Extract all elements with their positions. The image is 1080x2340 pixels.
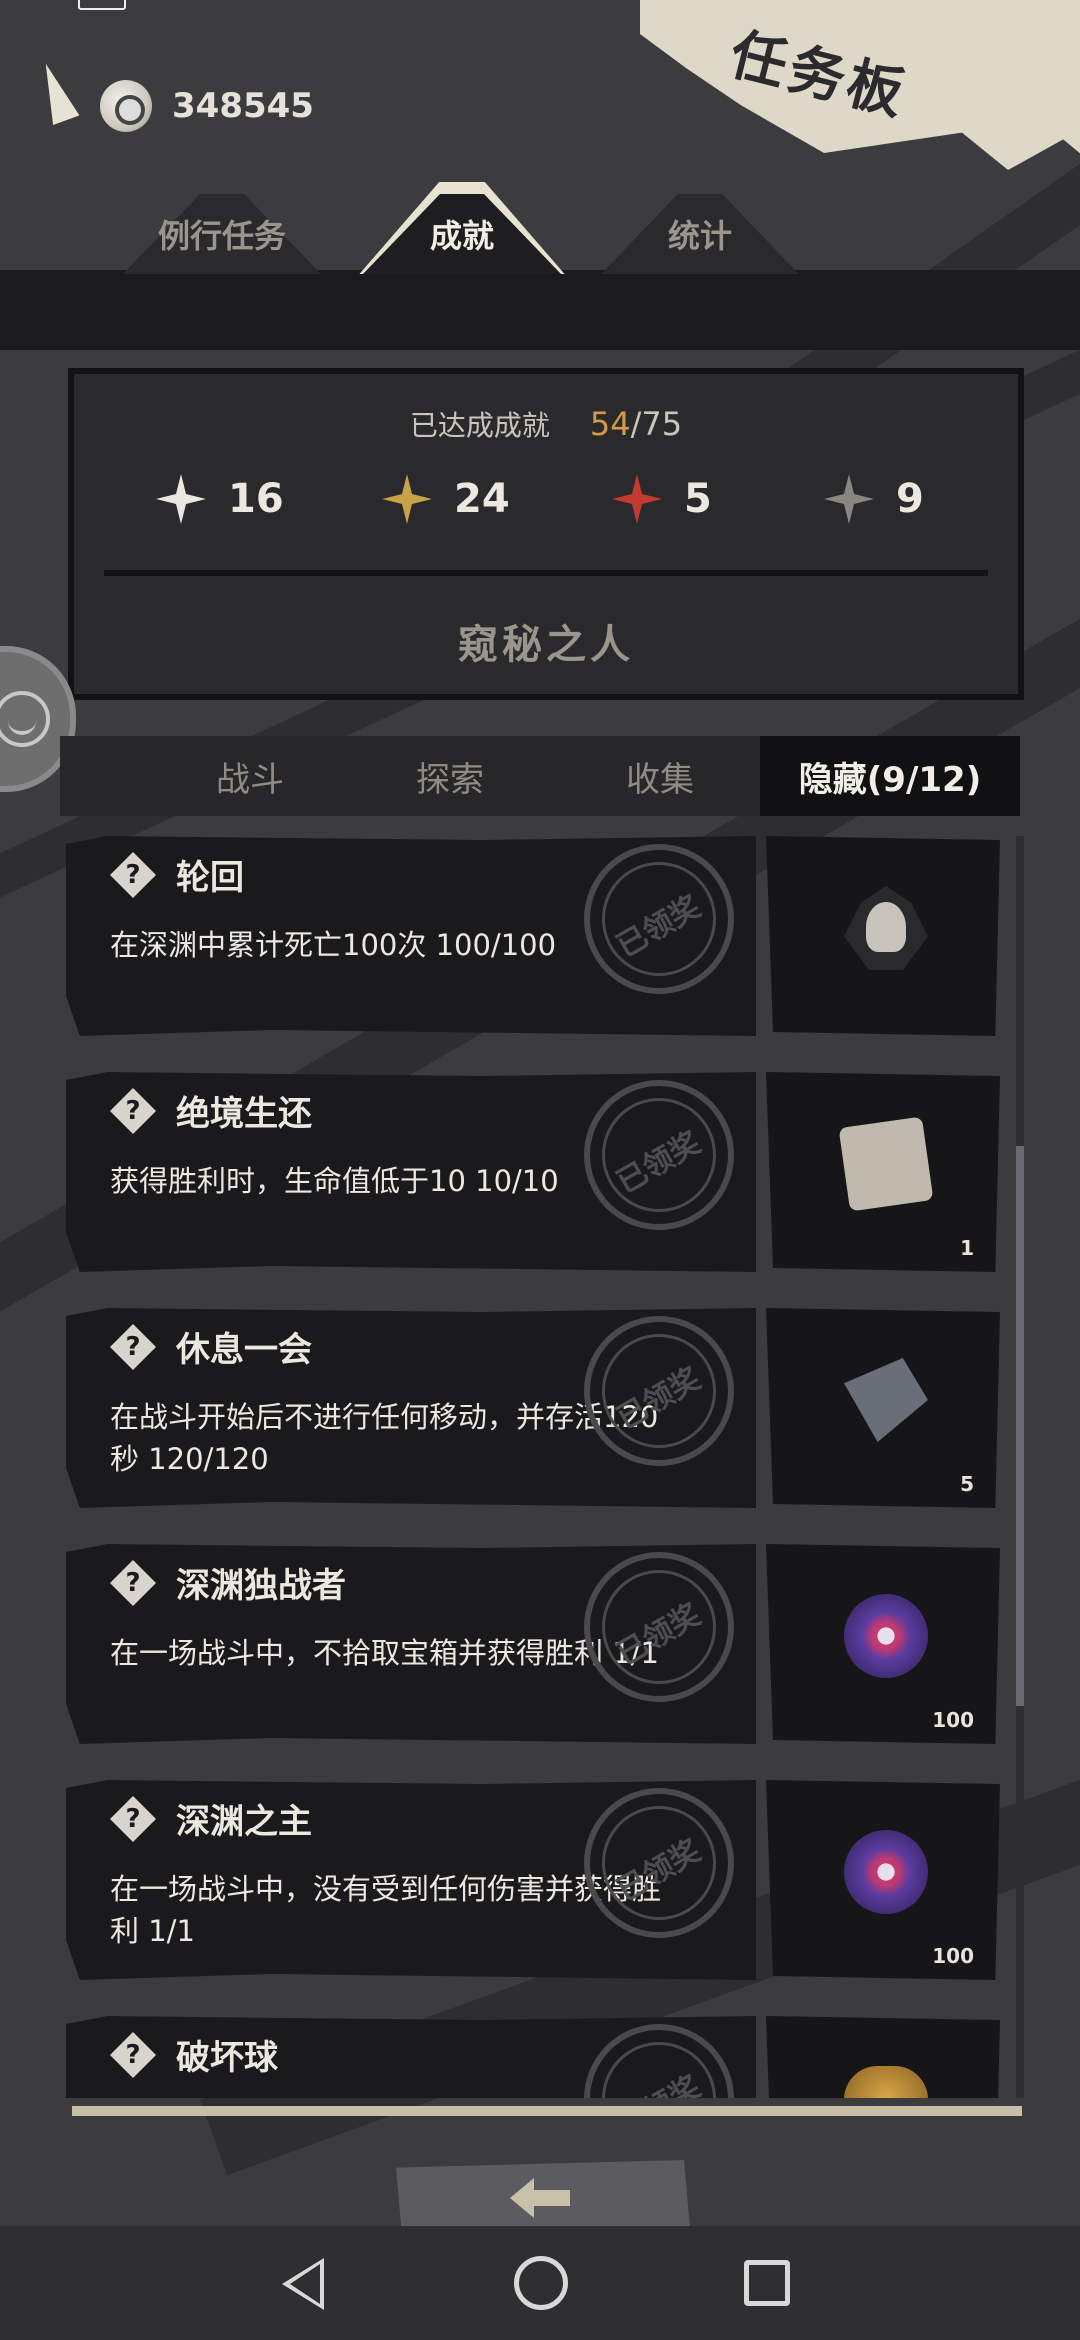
smiley-icon (0, 691, 50, 747)
gold-pile-icon (844, 2066, 928, 2098)
stamp-label: 已领奖 (607, 2062, 707, 2098)
star-count-gold: 24 (382, 474, 510, 524)
star-count-red: 5 (612, 474, 712, 524)
currency-display: 348545 (100, 80, 314, 132)
tab-achievements[interactable]: 成就 (352, 194, 572, 274)
eye-orb-icon (844, 1830, 928, 1914)
tab-label: 统计 (667, 217, 732, 255)
tab-label: 例行任务 (157, 217, 286, 255)
tab-statistics[interactable]: 统计 (590, 194, 810, 274)
white-star-icon (156, 474, 206, 524)
star-counts: 16 24 5 9 (74, 474, 1018, 544)
nav-home-icon[interactable] (514, 2256, 568, 2310)
achievement-card[interactable]: ? 破坏球 已领奖 (66, 2016, 1000, 2098)
reward-count: 5 (960, 1472, 974, 1496)
achievement-title: 轮回 (176, 858, 244, 898)
hidden-star-icon (824, 474, 874, 524)
achievement-title: 深渊之主 (176, 1802, 312, 1842)
reward-slot[interactable]: 100 (766, 1780, 1000, 1980)
system-nav-bar (0, 2226, 1080, 2340)
achievement-card[interactable]: ? 深渊之主 在一场战斗中，没有受到任何伤害并获得胜利 1/1 已领奖 100 (66, 1780, 1000, 1980)
list-scrollbar-thumb[interactable] (1016, 1146, 1024, 1706)
achievement-summary-panel: 已达成成就 54/75 16 24 5 9 窥秘之人 (68, 368, 1024, 700)
category-tab-combat[interactable]: 战斗 (160, 736, 340, 816)
claimed-stamp: 已领奖 (584, 1080, 734, 1230)
star-count-value: 16 (228, 476, 284, 522)
stamp-label: 已领奖 (611, 1361, 707, 1437)
stamp-label: 已领奖 (611, 1597, 707, 1673)
gold-star-icon (382, 474, 432, 524)
star-count-value: 9 (896, 476, 924, 522)
coin-icon (100, 80, 152, 132)
reward-count: 100 (932, 1708, 974, 1732)
star-count-white: 16 (156, 474, 284, 524)
hd-indicator-icon (78, 0, 126, 10)
achievement-title: 绝境生还 (176, 1094, 312, 1134)
achievement-card[interactable]: ? 深渊独战者 在一场战斗中，不拾取宝箱并获得胜利 1/1 已领奖 100 (66, 1544, 1000, 1744)
reward-slot[interactable]: 100 (766, 1544, 1000, 1744)
achievement-list[interactable]: ? 轮回 在深渊中累计死亡100次 100/100 已领奖 ? 绝境生还 获得胜… (66, 836, 1000, 2098)
achievement-title: 休息一会 (176, 1330, 312, 1370)
star-count-value: 5 (684, 476, 712, 522)
reward-slot[interactable]: 1 (766, 1072, 1000, 1272)
achieved-count: 54 (589, 405, 631, 443)
back-arrow-icon (510, 2178, 570, 2218)
claimed-stamp: 已领奖 (584, 1788, 734, 1938)
main-tabs: 例行任务 成就 统计 (0, 170, 1080, 306)
reward-count: 1 (960, 1236, 974, 1260)
claimed-stamp: 已领奖 (584, 844, 734, 994)
reward-slot[interactable]: 5 (766, 1308, 1000, 1508)
summary-title: 已达成成就 54/75 (74, 404, 1018, 444)
stamp-label: 已领奖 (611, 1125, 707, 1201)
achievement-title: 深渊独战者 (176, 1566, 346, 1606)
nav-back-icon[interactable] (282, 2258, 324, 2310)
nav-recents-icon[interactable] (744, 2260, 790, 2306)
category-tabs: 战斗 探索 收集 隐藏(9/12) (60, 736, 1020, 816)
paper-scrap-icon (844, 1358, 928, 1442)
achievement-card[interactable]: ? 轮回 在深渊中累计死亡100次 100/100 已领奖 (66, 836, 1000, 1036)
summary-divider (104, 570, 988, 576)
eye-orb-icon (844, 1594, 928, 1678)
achievement-card[interactable]: ? 绝境生还 获得胜利时，生命值低于10 10/10 已领奖 1 (66, 1072, 1000, 1272)
total-count: /75 (630, 405, 683, 443)
rank-name: 窥秘之人 (458, 622, 634, 668)
back-button[interactable] (396, 2160, 690, 2236)
corner-decoration (32, 59, 80, 125)
claimed-stamp: 已领奖 (584, 1552, 734, 1702)
stamp-label: 已领奖 (611, 889, 707, 965)
category-tab-explore[interactable]: 探索 (350, 736, 550, 816)
star-count-value: 24 (454, 476, 510, 522)
star-count-hidden: 9 (824, 474, 924, 524)
reward-slot[interactable] (766, 836, 1000, 1036)
tab-label: 成就 (429, 217, 494, 255)
category-tab-collect[interactable]: 收集 (560, 736, 760, 816)
list-bottom-border (72, 2106, 1022, 2116)
category-tab-hidden[interactable]: 隐藏(9/12) (760, 736, 1020, 816)
skull-emblem-icon (844, 886, 928, 970)
reward-count: 100 (932, 1944, 974, 1968)
claimed-stamp: 已领奖 (584, 1316, 734, 1466)
achievement-card[interactable]: ? 休息一会 在战斗开始后不进行任何移动，并存活120秒 120/120 已领奖… (66, 1308, 1000, 1508)
gadget-box-icon (838, 1116, 934, 1212)
reward-slot[interactable] (766, 2016, 1000, 2098)
stamp-label: 已领奖 (611, 1833, 707, 1909)
tab-routine-tasks[interactable]: 例行任务 (112, 194, 332, 274)
currency-value: 348545 (172, 86, 314, 126)
summary-label: 已达成成就 (409, 409, 550, 442)
achievement-title: 破坏球 (176, 2038, 278, 2078)
red-star-icon (612, 474, 662, 524)
